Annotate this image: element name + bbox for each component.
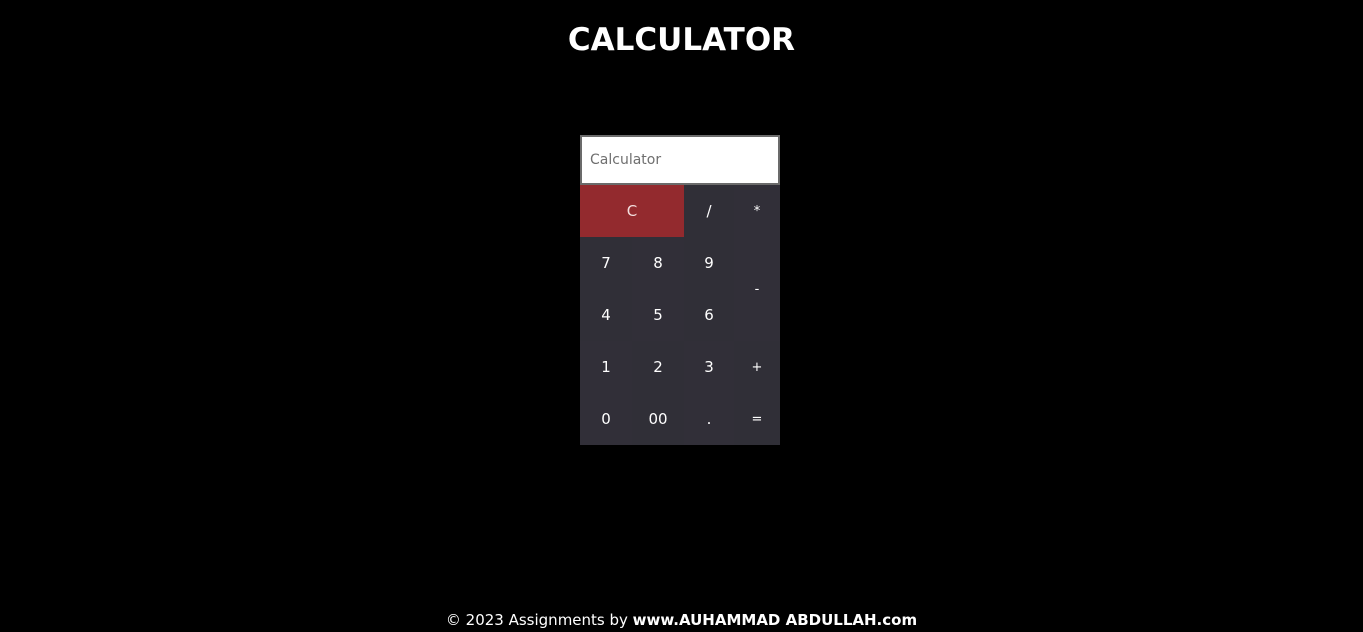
plus-button[interactable]: +: [734, 341, 780, 393]
calculator: C / * 7 8 9 - 4 5 6 1 2 3 + 0 00 . =: [580, 135, 780, 445]
digit-7-button[interactable]: 7: [580, 237, 632, 289]
digit-4-button[interactable]: 4: [580, 289, 632, 341]
digit-2-button[interactable]: 2: [632, 341, 684, 393]
divide-button[interactable]: /: [684, 185, 734, 237]
footer-author-text: www.AUHAMMAD ABDULLAH.com: [632, 611, 918, 629]
calculator-keypad: C / * 7 8 9 - 4 5 6 1 2 3 + 0 00 . =: [580, 185, 780, 445]
equals-button[interactable]: =: [734, 393, 780, 445]
digit-9-button[interactable]: 9: [684, 237, 734, 289]
page-title: CALCULATOR: [567, 22, 796, 58]
footer-copyright-text: © 2023 Assignments by: [445, 611, 633, 629]
double-zero-button[interactable]: 00: [632, 393, 684, 445]
digit-1-button[interactable]: 1: [580, 341, 632, 393]
digit-3-button[interactable]: 3: [684, 341, 734, 393]
digit-5-button[interactable]: 5: [632, 289, 684, 341]
digit-6-button[interactable]: 6: [684, 289, 734, 341]
calculator-display-input[interactable]: [580, 135, 780, 185]
footer: © 2023 Assignments by www.AUHAMMAD ABDUL…: [0, 609, 1363, 631]
digit-0-button[interactable]: 0: [580, 393, 632, 445]
digit-8-button[interactable]: 8: [632, 237, 684, 289]
clear-button[interactable]: C: [580, 185, 684, 237]
multiply-button[interactable]: *: [734, 185, 780, 237]
decimal-point-button[interactable]: .: [684, 393, 734, 445]
minus-button[interactable]: -: [734, 237, 780, 341]
